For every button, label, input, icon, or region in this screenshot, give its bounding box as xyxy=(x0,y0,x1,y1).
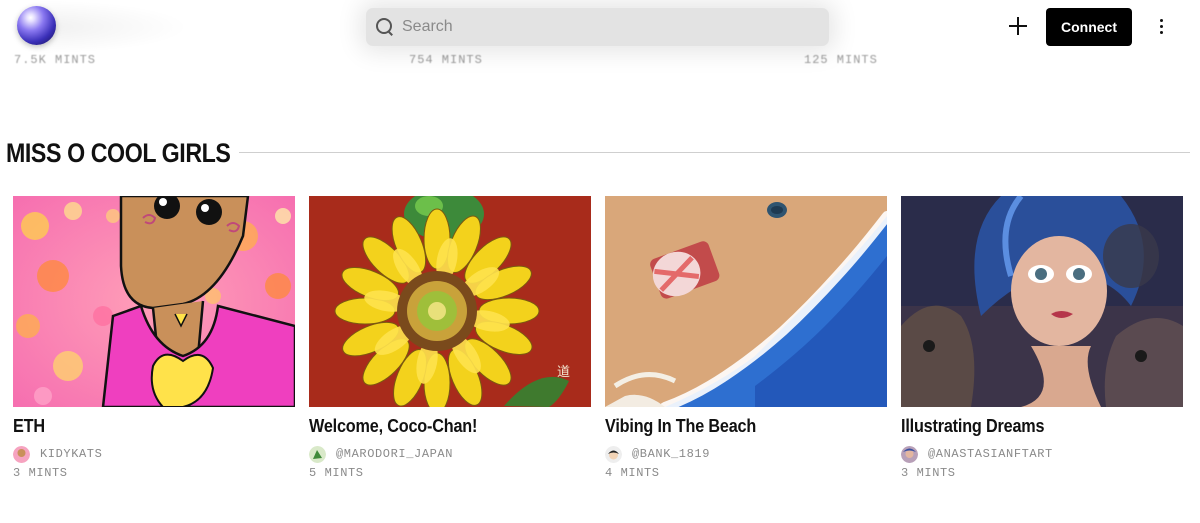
search-bar[interactable] xyxy=(366,8,829,46)
ghost-stat-3: 125 MINTS xyxy=(804,53,878,67)
creator-avatar xyxy=(605,445,622,463)
card-title[interactable]: Illustrating Dreams xyxy=(901,416,1155,437)
svg-text:道: 道 xyxy=(557,365,570,380)
card-title[interactable]: ETH xyxy=(13,416,267,437)
connect-button[interactable]: Connect xyxy=(1046,8,1132,46)
search-icon xyxy=(376,18,394,36)
card-creator[interactable]: @BANK_1819 xyxy=(605,445,887,463)
nft-card[interactable]: ETH KIDYKATS 3 MINTS xyxy=(13,196,295,480)
nft-artwork-sunflower[interactable]: 道 xyxy=(309,196,591,407)
collection-header: MISS O COOL GIRLS xyxy=(6,136,1190,170)
mint-count: 3 MINTS xyxy=(13,466,68,480)
mint-count: 3 MINTS xyxy=(901,466,956,480)
nft-card[interactable]: 道 Welcome, Coco-Chan! @MARODORI_JAPAN 5 … xyxy=(309,196,591,480)
section-divider xyxy=(239,152,1190,153)
card-creator[interactable]: @ANASTASIANFTART xyxy=(901,445,1183,463)
mint-count: 4 MINTS xyxy=(605,466,660,480)
creator-name[interactable]: @BANK_1819 xyxy=(632,447,710,461)
search-input[interactable] xyxy=(402,18,802,36)
scrolled-stats-row: 7.5K MINTS 754 MINTS 125 MINTS xyxy=(0,53,1200,67)
section-title: MISS O COOL GIRLS xyxy=(6,137,231,168)
card-creator[interactable]: @MARODORI_JAPAN xyxy=(309,445,591,463)
creator-name[interactable]: KIDYKATS xyxy=(40,447,102,461)
logo-orb-icon[interactable] xyxy=(17,6,56,45)
creator-avatar xyxy=(13,445,30,463)
card-creator[interactable]: KIDYKATS xyxy=(13,445,295,463)
creator-name[interactable]: @ANASTASIANFTART xyxy=(928,447,1053,461)
creator-name[interactable]: @MARODORI_JAPAN xyxy=(336,447,453,461)
card-title[interactable]: Welcome, Coco-Chan! xyxy=(309,416,563,437)
nft-artwork-cat-girl[interactable] xyxy=(13,196,295,407)
more-options-icon[interactable] xyxy=(1155,17,1169,37)
nft-artwork-beach[interactable] xyxy=(605,196,887,407)
ghost-stat-2: 754 MINTS xyxy=(409,53,483,67)
create-plus-icon[interactable] xyxy=(1007,15,1029,37)
creator-avatar xyxy=(309,445,326,463)
mint-count: 5 MINTS xyxy=(309,466,364,480)
top-navigation-bar: Connect xyxy=(0,0,1200,54)
ghost-stat-1: 7.5K MINTS xyxy=(14,53,97,67)
nft-card[interactable]: Vibing In The Beach @BANK_1819 4 MINTS xyxy=(605,196,887,480)
nft-artwork-dreams-girl[interactable] xyxy=(901,196,1183,407)
creator-avatar xyxy=(901,445,918,463)
nft-card[interactable]: Illustrating Dreams @ANASTASIANFTART 3 M… xyxy=(901,196,1183,480)
card-title[interactable]: Vibing In The Beach xyxy=(605,416,859,437)
